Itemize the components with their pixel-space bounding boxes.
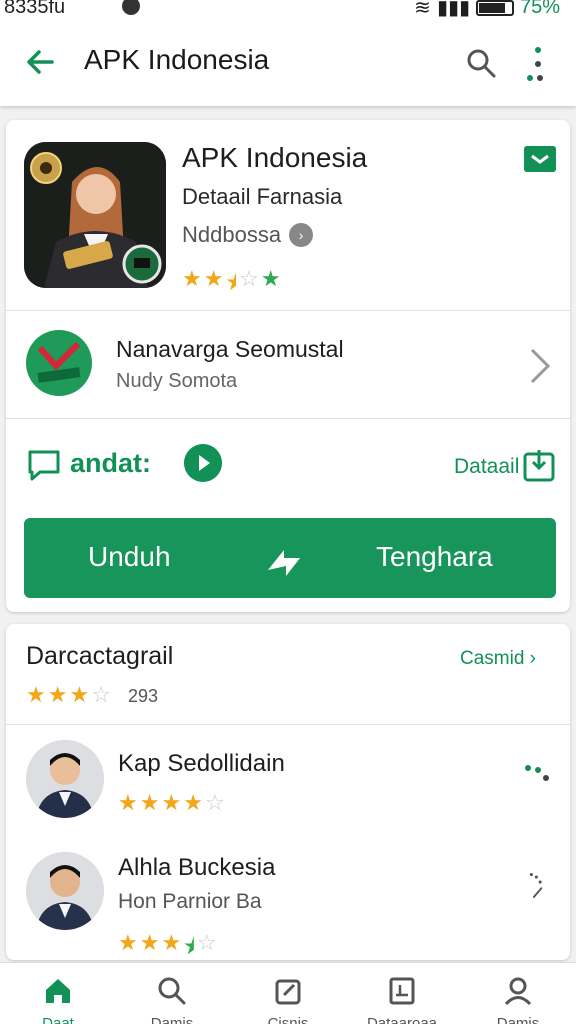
divider [6, 418, 570, 419]
status-icons: ≋ ▮▮▮ 75% [414, 0, 560, 20]
status-bar: 8335fu ≋ ▮▮▮ 75% [0, 0, 576, 22]
star-icon: ★ [161, 790, 182, 815]
edit-icon [275, 979, 301, 1005]
nav-documents[interactable]: Dataaroaa [352, 963, 452, 1024]
home-icon [46, 979, 70, 1003]
chevron-right-icon[interactable] [526, 346, 552, 386]
status-time: 8335fu [4, 0, 66, 18]
publisher-logo [26, 330, 92, 396]
reviews-see-all-link[interactable]: Casmid › [460, 648, 536, 670]
star-icon: ★ [47, 682, 68, 707]
chevron-right-icon: › [289, 223, 314, 247]
play-icon[interactable] [184, 444, 222, 482]
avatar [26, 740, 104, 818]
back-arrow-icon[interactable] [22, 44, 58, 80]
nav-label: Damis [496, 1015, 540, 1024]
nav-label: Dataaroaa [366, 1015, 438, 1024]
star-icon: ★ [26, 682, 46, 707]
app-rating: ★ ★ ⯨ ☆ ★ [182, 266, 281, 304]
nav-profile[interactable]: Damis [468, 963, 568, 1024]
nav-label: Daat [42, 1015, 74, 1024]
reviews-count: 293 [128, 686, 159, 706]
app-name: APK Indonesia [182, 142, 368, 173]
reviews-title: Darcactagrail [26, 642, 174, 670]
search-icon[interactable] [464, 46, 498, 80]
star-outline-icon: ☆ [204, 790, 225, 815]
more-options-icon[interactable] [522, 758, 552, 788]
star-icon: ★ [118, 790, 138, 815]
signal-icon: ▮▮▮ [436, 0, 470, 19]
more-vert-icon[interactable] [522, 44, 546, 84]
app-subtitle: Detaail Farnasia [182, 184, 343, 209]
app-detail-card: APK Indonesia Detaail Farnasia Nddbossa … [6, 120, 570, 612]
download-button[interactable]: Unduh Tenghara [24, 518, 556, 598]
search-icon [158, 977, 186, 1005]
chat-bubble-icon [28, 450, 60, 481]
star-icon: ★ [183, 790, 203, 815]
bottom-navigation: Daat Damis Cisnis Dataaroaa Damis [0, 962, 576, 1024]
nav-label: Damis [150, 1015, 194, 1024]
star-icon: ★ [69, 682, 90, 707]
battery-percent: 75% [519, 0, 560, 18]
review-name: Alhla Buckesia [118, 854, 276, 881]
arrow-forward-icon [268, 550, 300, 576]
document-icon [389, 977, 415, 1005]
publisher-name[interactable]: Nanavarga Seomustal [116, 336, 344, 363]
nav-label: Cisnis [267, 1015, 309, 1024]
publisher-subtitle: Nudy Somota [116, 370, 238, 392]
review-name: Kap Sedollidain [118, 750, 285, 777]
developer-row[interactable]: Nddbossa › [182, 222, 314, 248]
star-icon: ★ [203, 266, 224, 291]
divider [6, 724, 570, 725]
wifi-icon: ≋ [414, 0, 431, 19]
page-title: APK Indonesia [84, 44, 270, 75]
reviews-card: Darcactagrail Casmid › ★ ★ ★ ☆ 293 Kap S… [6, 624, 570, 960]
detail-link[interactable]: Dataail [454, 455, 519, 479]
more-options-icon[interactable] [522, 872, 552, 902]
review-subtitle: Hon Parnior Ba [118, 890, 262, 913]
battery-icon [475, 0, 514, 16]
nav-search[interactable]: Damis [122, 963, 222, 1024]
reviews-rating: ★ ★ ★ ☆ [26, 682, 111, 708]
download-secondary-label: Tenghara [376, 541, 493, 572]
star-outline-icon: ☆ [239, 266, 259, 291]
divider [6, 310, 570, 311]
star-outline-icon: ☆ [91, 682, 111, 707]
download-label: Unduh [88, 541, 171, 572]
avatar [26, 852, 104, 930]
app-icon [24, 142, 166, 288]
nav-home[interactable]: Daat [8, 963, 108, 1024]
nav-edit[interactable]: Cisnis [238, 963, 338, 1024]
star-icon: ★ [139, 790, 160, 815]
share-icon[interactable] [522, 446, 556, 482]
star-half-icon: ⯨ [225, 270, 238, 295]
profile-icon [504, 977, 532, 1006]
star-icon: ★ [260, 266, 281, 291]
review-rating: ★ ★ ★ ★ ☆ [118, 790, 225, 816]
app-bar: APK Indonesia [0, 22, 576, 106]
developer-name: Nddbossa [182, 222, 282, 247]
mail-icon[interactable] [524, 146, 556, 172]
star-icon: ★ [182, 266, 202, 291]
ad-label: andat: [70, 448, 151, 478]
notification-icon [122, 0, 140, 15]
